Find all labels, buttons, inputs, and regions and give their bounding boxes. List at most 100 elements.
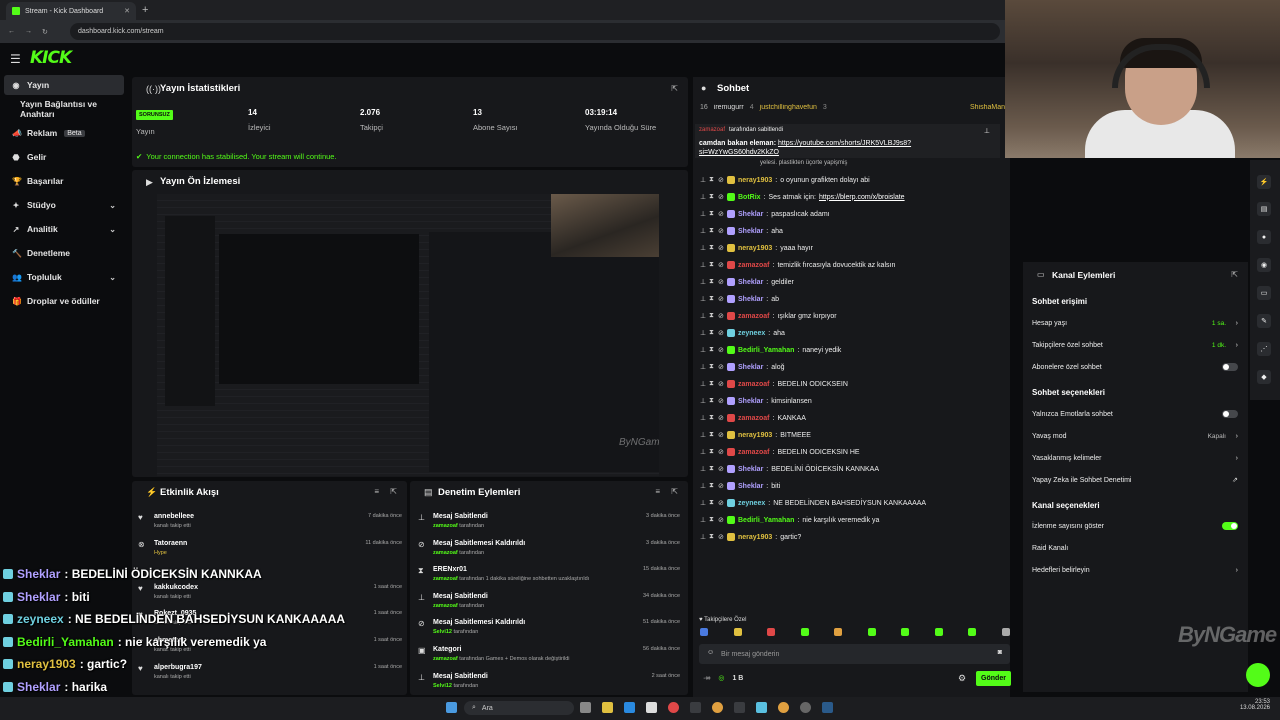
sidebar-item-droplar[interactable]: 🎁 Droplar ve ödüller	[4, 291, 124, 311]
pinned-message[interactable]: zamazoaf tarafından sabitlendi ⊥ camdan …	[695, 124, 1000, 158]
emote-icon[interactable]	[834, 628, 843, 636]
popout-icon[interactable]: ⇱	[390, 487, 397, 496]
pin-message-icon[interactable]: ⊥	[700, 278, 706, 286]
settings-icon[interactable]: ⚙	[958, 673, 966, 684]
panel-icon[interactable]: ▭	[1257, 286, 1271, 300]
ban-icon[interactable]: ⊘	[718, 329, 724, 337]
steam-icon[interactable]	[822, 702, 833, 713]
chat-username[interactable]: Sheklar	[738, 398, 763, 405]
pin-message-icon[interactable]: ⊥	[700, 295, 706, 303]
followers-chat-row[interactable]: Takipçilere özel sohbet 1 dk. ›	[1032, 338, 1238, 352]
chat-username[interactable]: Sheklar	[738, 483, 763, 490]
ban-icon[interactable]: ⊘	[718, 499, 724, 507]
slow-mode-row[interactable]: Yavaş mod Kapalı ›	[1032, 429, 1238, 443]
ban-icon[interactable]: ⊘	[718, 363, 724, 371]
timeout-icon[interactable]: ⧗	[709, 295, 715, 303]
app-icon[interactable]	[580, 702, 591, 713]
sidebar-item-gelir[interactable]: ⬣ Gelir	[4, 147, 124, 167]
diamond-icon[interactable]: ◆	[1257, 370, 1271, 384]
filter-icon[interactable]: ≡	[374, 487, 379, 496]
ban-icon[interactable]: ⊘	[718, 346, 724, 354]
chat-username[interactable]: Sheklar	[738, 228, 763, 235]
timeout-icon[interactable]: ⧗	[709, 227, 715, 235]
account-age-row[interactable]: Hesap yaşı 1 sa. ›	[1032, 316, 1238, 330]
chat-username[interactable]: Sheklar	[738, 211, 763, 218]
ban-icon[interactable]: ⊘	[718, 397, 724, 405]
ai-moderation-row[interactable]: Yapay Zeka ile Sohbet Denetimi ⇗	[1032, 473, 1238, 487]
pin-message-icon[interactable]: ⊥	[700, 312, 706, 320]
pin-message-icon[interactable]: ⊥	[700, 516, 706, 524]
emote-icon[interactable]	[934, 628, 943, 636]
timeout-icon[interactable]: ⧗	[709, 176, 715, 184]
pin-message-icon[interactable]: ⊥	[700, 210, 706, 218]
emote-icon[interactable]	[968, 628, 977, 636]
pin-message-icon[interactable]: ⊥	[700, 465, 706, 473]
emote-icon[interactable]	[733, 628, 742, 636]
ban-icon[interactable]: ⊘	[718, 210, 724, 218]
pin-message-icon[interactable]: ⊥	[700, 397, 706, 405]
timeout-icon[interactable]: ⧗	[709, 380, 715, 388]
ban-icon[interactable]: ⊘	[718, 414, 724, 422]
timeout-icon[interactable]: ⧗	[709, 193, 715, 201]
timeout-icon[interactable]: ⧗	[709, 482, 715, 490]
emote-icon[interactable]	[1001, 628, 1010, 636]
pin-message-icon[interactable]: ⊥	[700, 448, 706, 456]
chat-link[interactable]: https://blerp.com/x/broislate	[819, 194, 905, 201]
forward-icon[interactable]: →	[25, 28, 32, 35]
menu-icon[interactable]: ☰	[10, 52, 21, 66]
new-tab-icon[interactable]: +	[142, 4, 148, 16]
timeout-icon[interactable]: ⧗	[709, 363, 715, 371]
chat-username[interactable]: zamazoaf	[738, 313, 770, 320]
ban-icon[interactable]: ⊘	[718, 295, 724, 303]
pin-message-icon[interactable]: ⊥	[700, 227, 706, 235]
emote-icon[interactable]	[700, 628, 708, 636]
address-bar[interactable]: dashboard.kick.com/stream	[70, 23, 1000, 40]
chat-input[interactable]: ☺ Bir mesaj gönderin ◙	[699, 644, 1010, 664]
timeout-icon[interactable]: ⧗	[709, 431, 715, 439]
banned-words-row[interactable]: Yasaklanmış kelimeler ›	[1032, 451, 1238, 465]
raid-row[interactable]: Raid Kanalı	[1032, 541, 1238, 555]
ban-icon[interactable]: ⊘	[718, 482, 724, 490]
pin-message-icon[interactable]: ⊥	[700, 346, 706, 354]
share-icon[interactable]: ⋰	[1257, 342, 1271, 356]
pin-message-icon[interactable]: ⊥	[700, 261, 706, 269]
ban-icon[interactable]: ⊘	[718, 516, 724, 524]
document-icon[interactable]: ▤	[1257, 202, 1271, 216]
chat-username[interactable]: Sheklar	[738, 466, 763, 473]
ban-icon[interactable]: ⊘	[718, 448, 724, 456]
pin-message-icon[interactable]: ⊥	[700, 431, 706, 439]
chat-username[interactable]: zeyneex	[738, 330, 765, 337]
back-icon[interactable]: ←	[8, 28, 15, 35]
emote-picker-icon[interactable]: ☺	[707, 649, 714, 656]
kick-logo[interactable]: KICK	[30, 48, 72, 68]
emote-icon[interactable]	[867, 628, 876, 636]
lightning-icon[interactable]: ⚡	[1257, 175, 1271, 189]
sidebar-item-reklam[interactable]: 📣 Reklam Beta	[4, 123, 124, 143]
chat-username[interactable]: zamazoaf	[738, 381, 770, 388]
sidebar-item-studyo[interactable]: ✦ Stüdyo ⌄	[4, 195, 124, 215]
send-button[interactable]: Gönder	[976, 671, 1011, 686]
pin-message-icon[interactable]: ⊥	[700, 499, 706, 507]
pin-message-icon[interactable]: ⊥	[700, 482, 706, 490]
chat-username[interactable]: Sheklar	[738, 296, 763, 303]
app-icon[interactable]	[756, 702, 767, 713]
emote-icon[interactable]	[767, 628, 776, 636]
app-icon[interactable]	[668, 702, 679, 713]
app-icon[interactable]	[734, 702, 745, 713]
close-tab-icon[interactable]: ✕	[124, 7, 130, 15]
pin-message-icon[interactable]: ⊥	[700, 193, 706, 201]
ban-icon[interactable]: ⊘	[718, 465, 724, 473]
ban-icon[interactable]: ⊘	[718, 244, 724, 252]
sidebar-item-basarilar[interactable]: 🏆 Başarılar	[4, 171, 124, 191]
show-viewers-toggle[interactable]	[1222, 522, 1238, 530]
pin-message-icon[interactable]: ⊥	[700, 380, 706, 388]
timeout-icon[interactable]: ⧗	[709, 465, 715, 473]
browser-tab[interactable]: Stream - Kick Dashboard ✕	[6, 2, 136, 20]
chat-username[interactable]: neray1903	[738, 177, 772, 184]
chat-username[interactable]: Bedirli_Yamahan	[738, 517, 794, 524]
chat-username[interactable]: zeyneex	[738, 500, 765, 507]
obs-icon[interactable]	[800, 702, 811, 713]
broadcast-icon[interactable]: ◉	[1257, 258, 1271, 272]
chat-username[interactable]: Sheklar	[738, 364, 763, 371]
pin-message-icon[interactable]: ⊥	[700, 176, 706, 184]
